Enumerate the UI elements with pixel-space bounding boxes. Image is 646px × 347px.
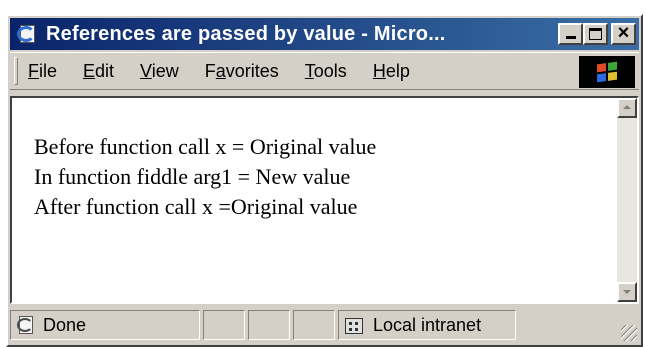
maximize-icon [589,28,602,40]
browser-window: References are passed by value - Micro..… [6,14,643,347]
zone-text: Local intranet [373,314,482,335]
scroll-down-button[interactable] [617,282,637,302]
status-bar: Done Local intranet [10,307,639,343]
ie-page-icon[interactable] [16,22,40,46]
status-panel-empty [203,310,245,340]
scroll-up-button[interactable] [617,98,637,118]
menu-favorites[interactable]: Favorites [205,61,279,82]
resize-grip-icon[interactable] [621,325,637,341]
close-icon: × [617,22,630,44]
title-bar[interactable]: References are passed by value - Micro..… [10,18,639,50]
status-panel-empty [248,310,290,340]
menu-file[interactable]: File [28,61,57,82]
menu-edit[interactable]: Edit [83,61,114,82]
maximize-button[interactable] [583,23,608,45]
status-panel: Done [10,310,200,340]
minimize-button[interactable] [558,23,583,45]
menu-help[interactable]: Help [373,61,410,82]
document-area: Before function call x = Original value … [10,96,639,304]
status-text: Done [43,314,87,335]
output-line: After function call x =Original value [34,194,358,219]
local-intranet-icon [343,314,367,336]
ie-page-icon [15,314,37,336]
status-panel-empty [293,310,335,340]
vertical-scrollbar[interactable] [617,98,637,302]
throbber [579,56,635,88]
caption-buttons: × [558,22,636,45]
menu-view[interactable]: View [140,61,179,82]
page-text: Before function call x = Original value … [34,132,376,222]
minimize-icon [566,36,576,39]
menu-items: File Edit View Favorites Tools Help [28,61,436,82]
close-button[interactable]: × [611,22,636,45]
windows-logo-icon [597,61,617,83]
toolbar-grip[interactable] [14,57,18,85]
zone-panel: Local intranet [338,310,516,340]
output-line: In function fiddle arg1 = New value [34,164,351,189]
arrow-up-icon [623,105,631,109]
menu-bar: File Edit View Favorites Tools Help [10,52,639,90]
arrow-down-icon [623,290,631,294]
window-title: References are passed by value - Micro..… [46,22,446,45]
output-line: Before function call x = Original value [34,134,377,159]
menu-tools[interactable]: Tools [305,61,347,82]
top-strip [0,0,646,14]
